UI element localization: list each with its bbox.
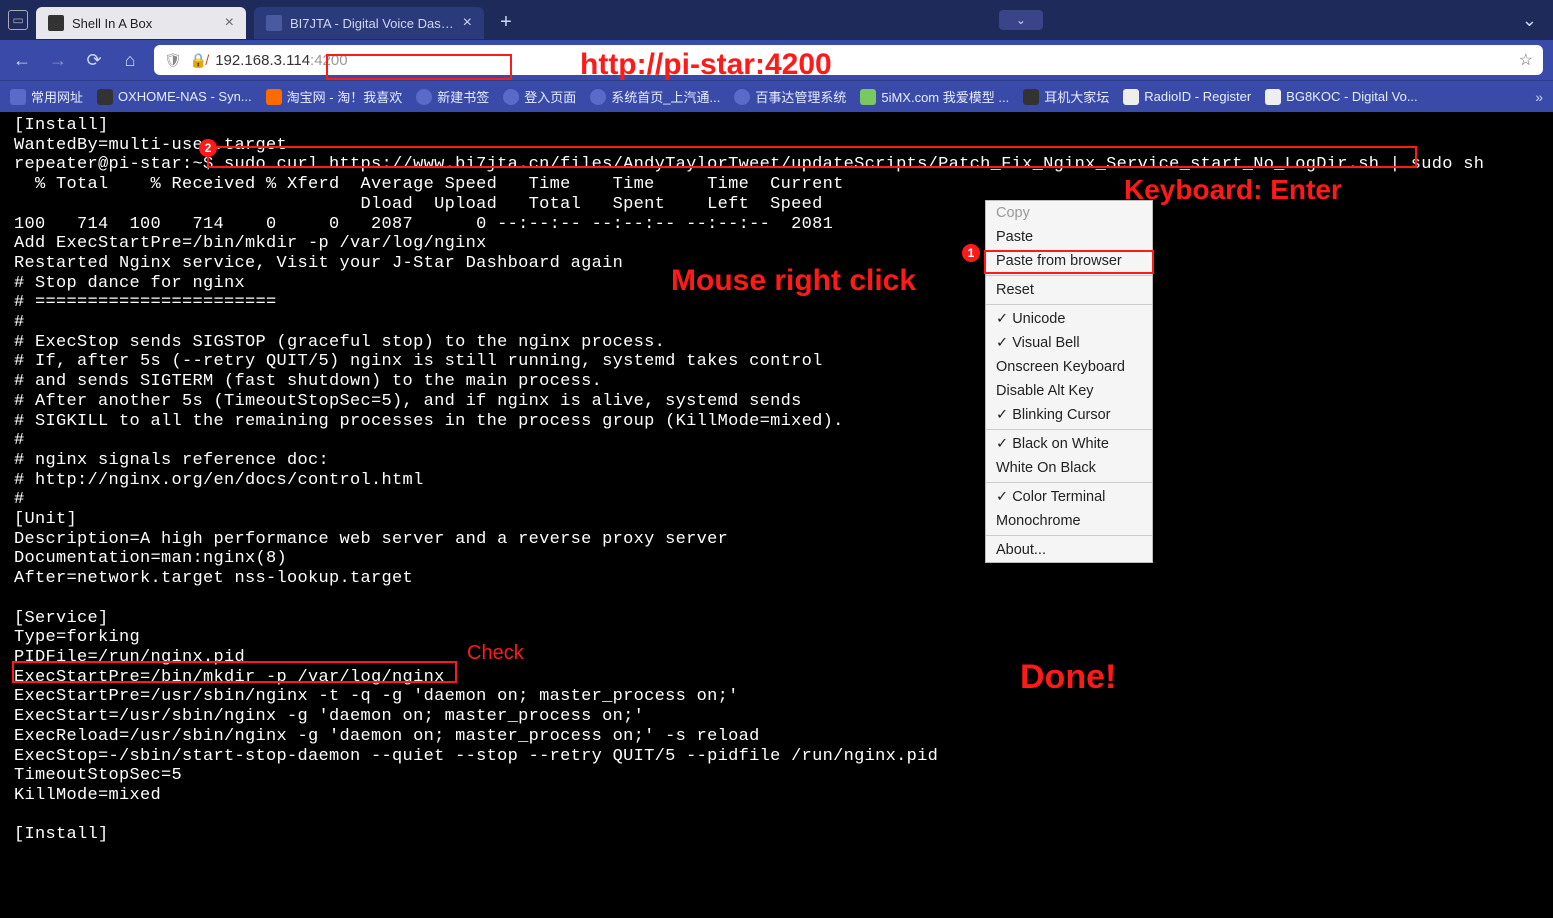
bookmark-item[interactable]: BG8KOC - Digital Vo... bbox=[1265, 89, 1418, 105]
tab-shell-in-a-box[interactable]: Shell In A Box × bbox=[36, 7, 246, 39]
bookmark-favicon bbox=[1265, 89, 1281, 105]
menu-item-paste[interactable]: Paste bbox=[986, 225, 1152, 249]
bookmark-favicon bbox=[10, 89, 26, 105]
new-tab-button[interactable]: + bbox=[492, 8, 520, 36]
bookmark-label: OXHOME-NAS - Syn... bbox=[118, 89, 252, 104]
menu-item-paste-from-browser[interactable]: Paste from browser bbox=[986, 249, 1152, 273]
bookmark-item[interactable]: OXHOME-NAS - Syn... bbox=[97, 89, 252, 105]
menu-item-monochrome[interactable]: Monochrome bbox=[986, 509, 1152, 533]
bookmark-label: RadioID - Register bbox=[1144, 89, 1251, 104]
forward-button[interactable]: → bbox=[46, 50, 70, 71]
menu-item-color-terminal[interactable]: Color Terminal bbox=[986, 485, 1152, 509]
menu-item-disable-alt-key[interactable]: Disable Alt Key bbox=[986, 379, 1152, 403]
menu-separator bbox=[986, 275, 1152, 276]
menu-item-about[interactable]: About... bbox=[986, 538, 1152, 562]
tab-bi7jta-dashboard[interactable]: BI7JTA - Digital Voice Dashb × bbox=[254, 7, 484, 39]
terminal-output[interactable]: [Install] WantedBy=multi-user.target rep… bbox=[0, 112, 1553, 918]
url-bar[interactable]: 🛡 🔒̸ 192.168.3.114:4200 ☆ bbox=[154, 45, 1543, 75]
window-caret-icon[interactable]: ⌄ bbox=[999, 10, 1043, 30]
context-menu: CopyPastePaste from browser Reset UnicodeV… bbox=[985, 200, 1153, 563]
tab-label: BI7JTA - Digital Voice Dashb bbox=[290, 16, 455, 31]
menu-item-white-on-black[interactable]: White On Black bbox=[986, 456, 1152, 480]
tab-favicon bbox=[48, 15, 64, 31]
bookmark-label: 百事达管理系统 bbox=[755, 87, 846, 106]
bookmark-favicon bbox=[416, 89, 432, 105]
bookmark-item[interactable]: 常用网址 bbox=[10, 87, 83, 106]
tab-overview-icon[interactable]: ▭ bbox=[8, 10, 28, 30]
menu-item-unicode[interactable]: Unicode bbox=[986, 307, 1152, 331]
bookmark-item[interactable]: 登入页面 bbox=[503, 87, 576, 106]
window-menu-chevron-icon[interactable]: ⌄ bbox=[1522, 10, 1545, 31]
bookmark-label: 新建书签 bbox=[437, 87, 489, 106]
bookmark-star-icon[interactable]: ☆ bbox=[1519, 50, 1533, 70]
back-button[interactable]: ← bbox=[10, 50, 34, 71]
menu-separator bbox=[986, 304, 1152, 305]
menu-item-reset[interactable]: Reset bbox=[986, 278, 1152, 302]
bookmark-item[interactable]: RadioID - Register bbox=[1123, 89, 1251, 105]
home-button[interactable]: ⌂ bbox=[118, 50, 142, 71]
bookmark-favicon bbox=[860, 89, 876, 105]
tab-favicon bbox=[266, 15, 282, 31]
reload-button[interactable]: ⟳ bbox=[82, 50, 106, 71]
bookmark-label: 5iMX.com 我爱模型 ... bbox=[881, 87, 1009, 106]
menu-item-onscreen-keyboard[interactable]: Onscreen Keyboard bbox=[986, 355, 1152, 379]
insecure-lock-icon[interactable]: 🔒̸ bbox=[190, 52, 207, 69]
menu-item-blinking-cursor[interactable]: Blinking Cursor bbox=[986, 403, 1152, 427]
bookmark-favicon bbox=[1123, 89, 1139, 105]
shield-icon[interactable]: 🛡 bbox=[164, 52, 182, 69]
bookmark-label: BG8KOC - Digital Vo... bbox=[1286, 89, 1418, 104]
bookmark-favicon bbox=[97, 89, 113, 105]
bookmarks-overflow-chevron-icon[interactable]: » bbox=[1535, 89, 1543, 105]
menu-item-black-on-white[interactable]: Black on White bbox=[986, 432, 1152, 456]
tab-label: Shell In A Box bbox=[72, 16, 217, 31]
menu-separator bbox=[986, 429, 1152, 430]
window-titlebar: ▭ Shell In A Box × BI7JTA - Digital Voic… bbox=[0, 0, 1553, 40]
bookmark-label: 耳机大家坛 bbox=[1044, 87, 1109, 106]
menu-item-visual-bell[interactable]: Visual Bell bbox=[986, 331, 1152, 355]
bookmark-label: 常用网址 bbox=[31, 87, 83, 106]
bookmark-item[interactable]: 百事达管理系统 bbox=[734, 87, 846, 106]
bookmark-favicon bbox=[1023, 89, 1039, 105]
bookmarks-toolbar: 常用网址 OXHOME-NAS - Syn... 淘宝网 - 淘！我喜欢 新建书签 登入… bbox=[0, 80, 1553, 112]
menu-item-copy: Copy bbox=[986, 201, 1152, 225]
bookmark-item[interactable]: 淘宝网 - 淘！我喜欢 bbox=[266, 87, 403, 106]
bookmark-label: 系统首页_上汽通... bbox=[611, 87, 720, 106]
menu-separator bbox=[986, 482, 1152, 483]
bookmark-favicon bbox=[503, 89, 519, 105]
bookmark-favicon bbox=[266, 89, 282, 105]
close-icon[interactable]: × bbox=[463, 14, 472, 32]
bookmark-label: 登入页面 bbox=[524, 87, 576, 106]
bookmark-favicon bbox=[590, 89, 606, 105]
navigation-toolbar: ← → ⟳ ⌂ 🛡 🔒̸ 192.168.3.114:4200 ☆ bbox=[0, 40, 1553, 80]
bookmark-label: 淘宝网 - 淘！我喜欢 bbox=[287, 87, 403, 106]
menu-separator bbox=[986, 535, 1152, 536]
bookmark-item[interactable]: 耳机大家坛 bbox=[1023, 87, 1109, 106]
bookmark-favicon bbox=[734, 89, 750, 105]
bookmark-item[interactable]: 5iMX.com 我爱模型 ... bbox=[860, 87, 1009, 106]
bookmark-item[interactable]: 新建书签 bbox=[416, 87, 489, 106]
close-icon[interactable]: × bbox=[225, 14, 234, 32]
url-text: 192.168.3.114:4200 bbox=[215, 52, 347, 69]
bookmark-item[interactable]: 系统首页_上汽通... bbox=[590, 87, 720, 106]
